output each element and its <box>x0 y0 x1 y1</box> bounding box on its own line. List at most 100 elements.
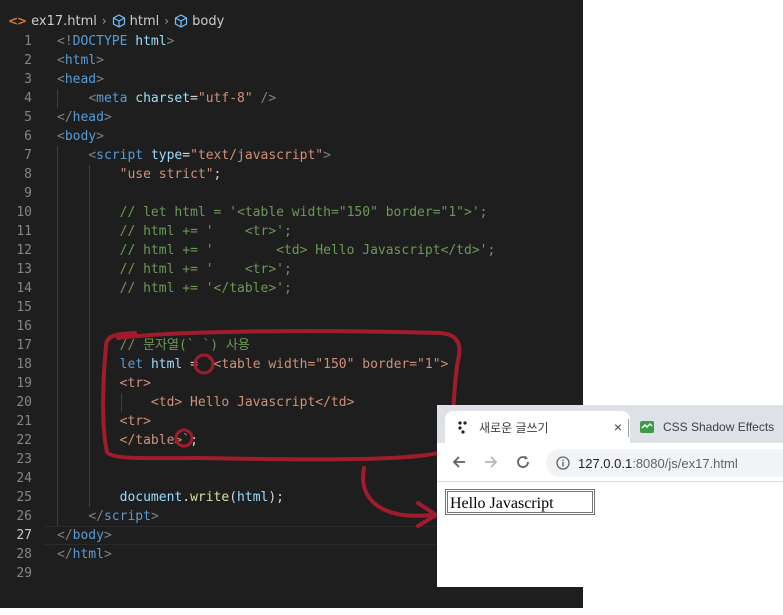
code-token: // html += ' <tr>'; <box>119 224 292 239</box>
code-text: let html = `<table width="150" border="1… <box>57 355 449 374</box>
tab-divider <box>628 419 629 437</box>
tab-bar: 새로운 글쓰기 × CSS Shadow Effects <box>437 405 783 443</box>
code-token: > <box>150 509 159 524</box>
code-line[interactable]: 7 <script type="text/javascript"> <box>0 146 583 165</box>
code-token: = <box>190 91 198 106</box>
browser-toolbar: 127.0.0.1:8080/js/ex17.html <box>437 443 783 482</box>
code-token: // let html = '<table width="150" border… <box>119 205 488 220</box>
code-text: // html += ' <td> Hello Javascript</td>'… <box>57 241 496 260</box>
line-number: 4 <box>24 91 32 106</box>
code-token: meta <box>96 91 128 106</box>
line-number: 19 <box>16 376 32 391</box>
line-number: 20 <box>16 395 32 410</box>
breadcrumb: <> ex17.html › html › body <box>0 10 583 32</box>
code-token: </table>` <box>119 433 191 448</box>
code-token: `<table width="150" border="1"> <box>205 357 449 372</box>
code-token: < <box>57 129 65 144</box>
dots-favicon-icon <box>458 421 467 434</box>
code-line[interactable]: 16 <box>0 317 583 336</box>
code-token: </ <box>57 547 73 562</box>
code-line[interactable]: 12 // html += ' <td> Hello Javascript</t… <box>0 241 583 260</box>
code-text: </head> <box>57 108 112 127</box>
code-token: = <box>182 148 191 163</box>
line-number: 21 <box>16 414 32 429</box>
code-token: "utf-8" <box>197 91 253 106</box>
forward-button[interactable] <box>479 451 503 473</box>
tab-inactive[interactable]: CSS Shadow Effects <box>637 411 774 443</box>
code-text: <head> <box>57 70 104 89</box>
code-line[interactable]: 17 // 문자열(` `) 사용 <box>0 336 583 355</box>
indent-guide <box>57 298 58 317</box>
arrow-right-icon <box>485 456 498 468</box>
code-line[interactable]: 9 <box>0 184 583 203</box>
line-number: 26 <box>16 509 32 524</box>
tab-active[interactable]: 새로운 글쓰기 × <box>445 411 630 443</box>
browser-window: 새로운 글쓰기 × CSS Shadow Effects 127.0.0.1:… <box>437 405 783 587</box>
code-line[interactable]: 15 <box>0 298 583 317</box>
code-line[interactable]: 4 <meta charset="utf-8" /> <box>0 89 583 108</box>
code-token: . <box>182 490 191 505</box>
code-line[interactable]: 3 <head> <box>0 70 583 89</box>
code-line[interactable]: 11 // html += ' <tr>'; <box>0 222 583 241</box>
code-token: <tr> <box>119 376 151 391</box>
code-text: <script type="text/javascript"> <box>57 146 331 165</box>
line-number: 13 <box>16 262 32 277</box>
line-number: 17 <box>16 338 32 353</box>
code-token: DOCTYPE <box>72 34 128 49</box>
code-token: body <box>64 129 97 144</box>
tab-close-button[interactable]: × <box>614 419 622 435</box>
code-token: > <box>96 72 104 87</box>
rendered-table: Hello Javascript <box>445 489 595 515</box>
line-number: 24 <box>16 471 32 486</box>
code-line[interactable]: 2 <html> <box>0 51 583 70</box>
css-favicon-icon <box>640 421 654 433</box>
code-text: // html += ' <tr>'; <box>57 260 292 279</box>
code-token: > <box>166 34 175 49</box>
breadcrumb-html-label: html <box>129 13 160 29</box>
address-bar[interactable]: 127.0.0.1:8080/js/ex17.html <box>546 449 783 477</box>
code-line[interactable]: 19 <tr> <box>0 374 583 393</box>
breadcrumb-body[interactable]: body <box>174 14 224 29</box>
line-number: 27 <box>16 528 32 543</box>
code-token: script <box>103 509 151 524</box>
back-button[interactable] <box>447 451 471 473</box>
code-text: </body> <box>57 526 112 545</box>
code-token: head <box>72 110 104 125</box>
breadcrumb-file[interactable]: <> ex17.html <box>8 14 97 29</box>
code-line[interactable]: 1 <!DOCTYPE html> <box>0 32 583 51</box>
tab-active-title: 새로운 글쓰기 <box>479 420 549 435</box>
code-token: // html += ' <td> Hello Javascript</td>'… <box>119 243 496 258</box>
line-number: 1 <box>24 34 32 49</box>
reload-button[interactable] <box>511 451 535 473</box>
code-line[interactable]: 6 <body> <box>0 127 583 146</box>
line-number: 14 <box>16 281 32 296</box>
indent-guide <box>57 184 58 203</box>
code-line[interactable]: 18 let html = `<table width="150" border… <box>0 355 583 374</box>
code-token: html <box>72 547 104 562</box>
code-text: </html> <box>57 545 112 564</box>
code-token: /> <box>260 91 277 106</box>
indent-guide <box>89 184 90 203</box>
code-line[interactable]: 5 </head> <box>0 108 583 127</box>
code-text: // 문자열(` `) 사용 <box>57 336 250 355</box>
code-line[interactable]: 14 // html += '</table>'; <box>0 279 583 298</box>
code-line[interactable]: 10 // let html = '<table width="150" bor… <box>0 203 583 222</box>
code-line[interactable]: 13 // html += ' <tr>'; <box>0 260 583 279</box>
code-token: "text/javascript" <box>190 148 324 163</box>
code-token: write <box>190 490 230 505</box>
code-token: < <box>57 53 65 68</box>
code-token: > <box>103 547 112 562</box>
code-token: html <box>64 53 97 68</box>
breadcrumb-html[interactable]: html <box>112 13 160 29</box>
code-token: charset <box>135 91 191 106</box>
info-icon[interactable] <box>556 456 570 470</box>
line-number: 10 <box>16 205 32 220</box>
code-line[interactable]: 8 "use strict"; <box>0 165 583 184</box>
